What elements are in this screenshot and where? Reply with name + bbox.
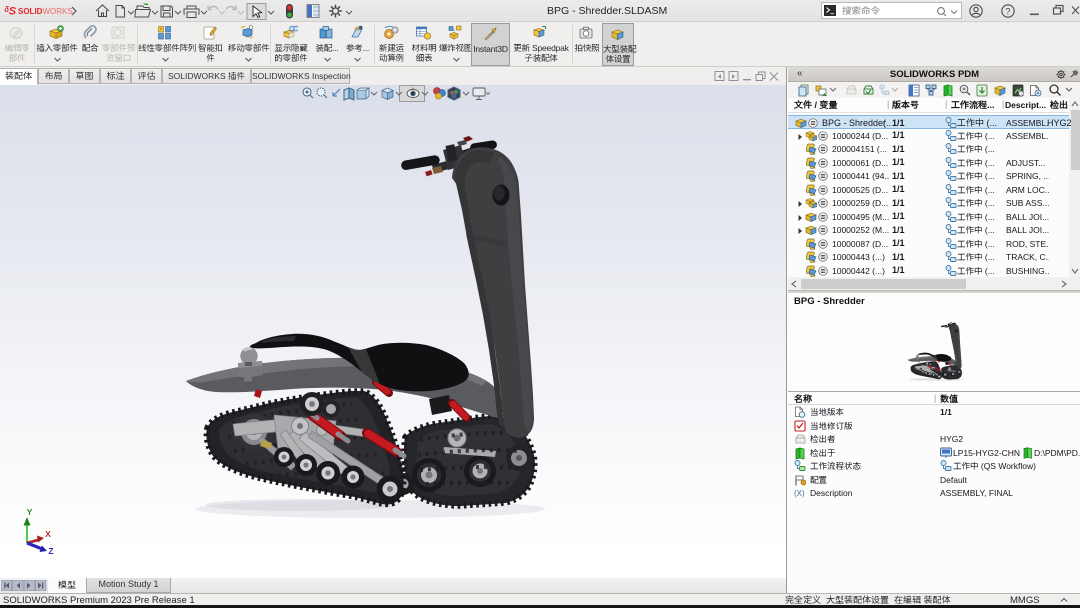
svg-text:Z: Z [48,546,53,556]
svg-text:Y: Y [27,507,33,517]
svg-text:?: ? [1005,7,1010,18]
svg-text:SOLIDWORKS: SOLIDWORKS [18,7,73,16]
svg-text:X: X [45,529,51,539]
svg-text:ᵟS: ᵟS [4,6,17,18]
svg-text:(X): (X) [794,489,805,498]
